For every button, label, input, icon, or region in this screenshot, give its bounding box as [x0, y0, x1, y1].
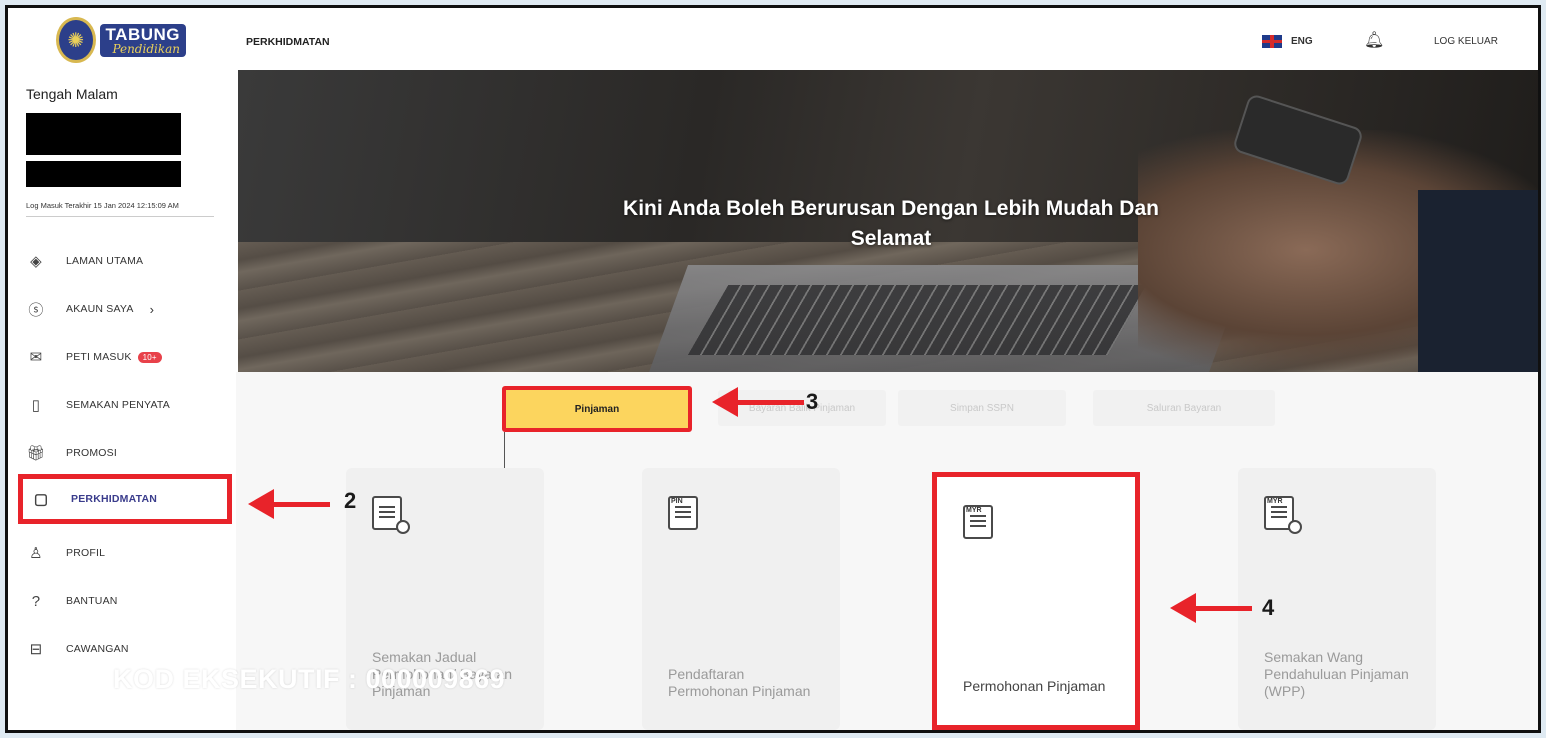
chevron-right-icon: ›: [149, 301, 155, 317]
logo-line1: TABUNG: [105, 24, 180, 44]
unread-badge: 10+: [137, 351, 162, 363]
sidebar-item-peti-masuk[interactable]: ✉ PETI MASUK 10+: [26, 342, 162, 372]
annotation-arrow-3: [712, 387, 804, 417]
redacted-name: [26, 113, 181, 155]
sidebar-item-semakan-penyata[interactable]: ▯ SEMAKAN PENYATA: [26, 390, 170, 420]
divider: [26, 216, 214, 217]
sidebar: ✺ TABUNG Pendidikan Tengah Malam Log Mas…: [8, 8, 236, 730]
annotation-number-2: 2: [344, 488, 357, 513]
logo-line2: Pendidikan: [112, 41, 180, 56]
sidebar-item-cawangan[interactable]: ⊟ CAWANGAN: [26, 634, 129, 664]
service-card-permohonan-pinjaman[interactable]: MYR Permohonan Pinjaman: [932, 472, 1140, 730]
sidebar-item-label: PROFIL: [66, 547, 106, 559]
hero-line2: Selamat: [850, 227, 932, 250]
top-bar: PERKHIDMATAN ENG 🔔︎ LOG KELUAR: [236, 8, 1538, 70]
sidebar-item-perkhidmatan[interactable]: ▢ PERKHIDMATAN: [18, 474, 232, 524]
card-title: Semakan Wang Pendahuluan Pinjaman (WPP): [1264, 649, 1409, 699]
tab-saluran-bayaran[interactable]: Saluran Bayaran: [1093, 390, 1275, 426]
sidebar-item-label: CAWANGAN: [66, 643, 129, 655]
sidebar-item-promosi[interactable]: 🎁︎ PROMOSI: [26, 438, 117, 468]
sidebar-item-laman-utama[interactable]: ◈ LAMAN UTAMA: [26, 246, 143, 276]
help-circle-icon: ?: [31, 592, 41, 610]
sidebar-item-profil[interactable]: ♙ PROFIL: [26, 538, 105, 568]
page-title: PERKHIDMATAN: [246, 36, 330, 48]
mouse-icon: ▢: [33, 491, 49, 508]
pin-document-icon: PIN: [668, 496, 698, 530]
redacted-id: [26, 161, 181, 187]
user-icon: ♙: [29, 545, 43, 562]
mail-icon: ✉: [29, 349, 43, 366]
sidebar-item-akaun-saya[interactable]: ⓢ AKAUN SAYA ›: [26, 294, 154, 324]
language-toggle[interactable]: ENG: [1291, 36, 1313, 47]
executive-code-watermark: KOD EKSEKUTIF : 000009869: [113, 664, 506, 694]
briefcase-icon: ⊟: [29, 641, 43, 658]
sidebar-item-label: PROMOSI: [66, 447, 117, 459]
myr-search-icon: MYR: [1264, 496, 1302, 534]
app-frame: ✺ TABUNG Pendidikan Tengah Malam Log Mas…: [5, 5, 1541, 733]
document-icon: ▯: [31, 397, 41, 414]
sidebar-item-label: LAMAN UTAMA: [66, 255, 144, 267]
hero-banner: Kini Anda Boleh Berurusan Dengan Lebih M…: [238, 70, 1538, 372]
annotation-number-3: 3: [806, 389, 819, 414]
sidebar-item-label: AKAUN SAYA: [66, 303, 134, 315]
layers-icon: ◈: [30, 253, 42, 270]
card-title: Permohonan Pinjaman: [963, 678, 1106, 694]
uk-flag-icon[interactable]: [1262, 35, 1282, 48]
annotation-arrow-4: [1170, 593, 1252, 623]
hero-line1: Kini Anda Boleh Berurusan Dengan Lebih M…: [623, 197, 1159, 220]
tab-bayaran-balik-pinjaman[interactable]: Bayaran Balik Pinjaman: [718, 390, 886, 426]
greeting: Tengah Malam: [26, 86, 118, 102]
sidebar-item-label: PETI MASUK: [66, 351, 132, 363]
sidebar-item-bantuan[interactable]: ? BANTUAN: [26, 586, 118, 616]
sidebar-item-label: SEMAKAN PENYATA: [66, 399, 170, 411]
last-login: Log Masuk Terakhir 15 Jan 2024 12:15:09 …: [26, 201, 179, 210]
logout-link[interactable]: LOG KELUAR: [1434, 36, 1498, 47]
bell-icon[interactable]: 🔔︎: [1364, 30, 1384, 50]
service-card-pendaftaran[interactable]: PIN Pendaftaran Permohonan Pinjaman: [642, 468, 840, 730]
logo[interactable]: ✺ TABUNG Pendidikan: [56, 14, 186, 66]
tab-simpan-sspn[interactable]: Simpan SSPN: [898, 390, 1066, 426]
card-title: Pendaftaran Permohonan Pinjaman: [668, 666, 811, 699]
dollar-circle-icon: ⓢ: [28, 301, 44, 319]
sidebar-item-label: BANTUAN: [66, 595, 118, 607]
logo-seal-icon: ✺: [56, 17, 96, 63]
document-search-icon: [372, 496, 410, 534]
myr-receipt-icon: MYR: [963, 505, 993, 539]
annotation-arrow-2: [248, 489, 330, 519]
sidebar-item-label: PERKHIDMATAN: [71, 493, 158, 505]
annotation-number-4: 4: [1262, 595, 1275, 620]
tab-pinjaman[interactable]: Pinjaman: [502, 386, 692, 432]
hero-headline: Kini Anda Boleh Berurusan Dengan Lebih M…: [238, 194, 1538, 254]
gift-icon: 🎁︎: [26, 445, 46, 462]
hero-keyboard: [687, 285, 1149, 355]
